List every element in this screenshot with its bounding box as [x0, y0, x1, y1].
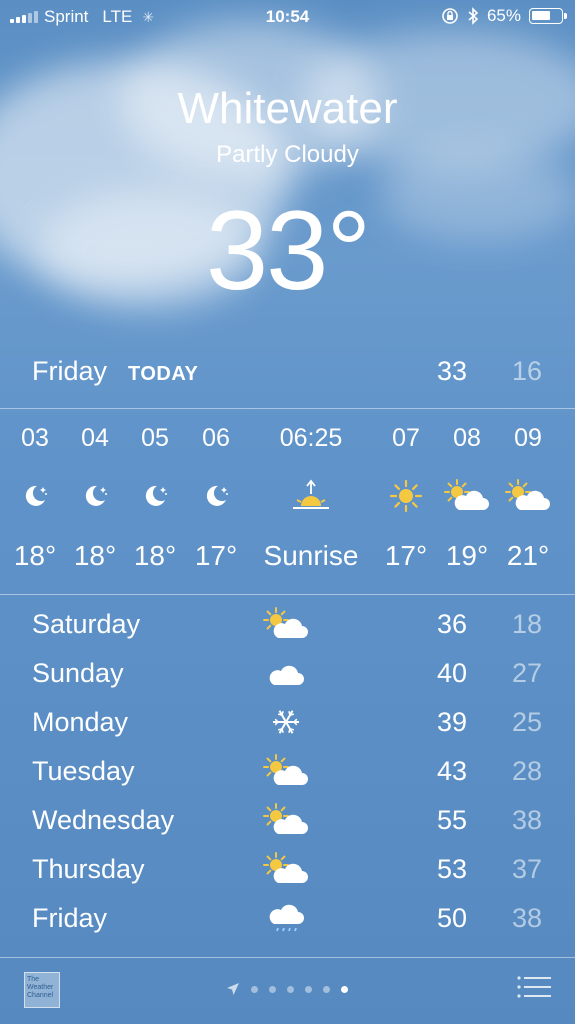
- city-name: Whitewater: [177, 84, 398, 133]
- snowflake-icon: [262, 704, 310, 740]
- hourly-time: 06: [202, 424, 230, 452]
- bottom-toolbar: The Weather Channel: [0, 958, 575, 1024]
- daily-high: 36: [436, 609, 467, 639]
- cloud-icon: [262, 655, 310, 691]
- page-dot[interactable]: [251, 985, 258, 993]
- partly-cloudy-icon: [262, 753, 310, 789]
- hourly-temperature: 21°: [506, 540, 550, 571]
- page-dot[interactable]: [305, 985, 312, 993]
- daily-row: Thursday 53 37: [0, 846, 575, 895]
- hourly-forecast[interactable]: 03 18° 04 18° 05 18° 06 17° 06:25 Sunrise 07 17° 08 1…: [0, 410, 575, 594]
- daily-low: 38: [511, 805, 542, 835]
- page-indicator[interactable]: [226, 982, 348, 996]
- city-list-icon[interactable]: [517, 976, 551, 998]
- page-dot[interactable]: [269, 985, 276, 993]
- daily-row: Saturday 36 18: [0, 601, 575, 650]
- daily-high: 39: [436, 707, 467, 737]
- daily-day: Friday: [32, 903, 108, 933]
- daily-row: Friday 50 38: [0, 895, 575, 944]
- battery-icon: [529, 8, 567, 24]
- orientation-lock-icon: [442, 8, 458, 24]
- daily-high: 43: [436, 756, 467, 786]
- daily-row: Sunday 40 27: [0, 650, 575, 699]
- status-bar: Sprint LTE ✳ 10:54 65%: [0, 0, 575, 34]
- hourly-temperature: 17°: [194, 540, 238, 571]
- daily-high: 55: [436, 805, 467, 835]
- moon-stars-icon: [176, 478, 256, 514]
- daily-low: 18: [511, 609, 542, 639]
- location-arrow-icon: [227, 983, 239, 995]
- daily-row: Wednesday 55 38: [0, 797, 575, 846]
- today-low: 16: [511, 356, 542, 386]
- partly-cloudy-icon: [488, 478, 568, 514]
- daily-low: 37: [511, 854, 542, 884]
- today-tag: TODAY: [128, 363, 199, 385]
- partly-cloudy-icon: [262, 851, 310, 887]
- partly-cloudy-icon: [262, 802, 310, 838]
- daily-high: 40: [436, 658, 467, 688]
- daily-low: 38: [511, 903, 542, 933]
- battery-percentage: 65%: [486, 6, 521, 25]
- daily-low: 27: [511, 658, 542, 688]
- bluetooth-icon: [468, 7, 479, 25]
- partly-cloudy-icon: [262, 606, 310, 642]
- current-temperature: 33°: [205, 188, 371, 313]
- daily-day: Thursday: [32, 854, 145, 884]
- daily-row: Monday 39 25: [0, 699, 575, 748]
- daily-high: 50: [436, 903, 467, 933]
- daily-day: Monday: [32, 707, 129, 737]
- daily-row: Tuesday 43 28: [0, 748, 575, 797]
- divider: [0, 594, 575, 595]
- current-condition: Partly Cloudy: [216, 141, 359, 168]
- divider: [0, 408, 575, 409]
- daily-day: Tuesday: [32, 756, 135, 786]
- daily-low: 25: [511, 707, 542, 737]
- daily-high: 53: [436, 854, 467, 884]
- page-dot[interactable]: [287, 985, 294, 993]
- page-dot[interactable]: [341, 985, 348, 993]
- weather-channel-logo[interactable]: The Weather Channel: [24, 972, 60, 1008]
- hourly-temperature: Sunrise: [263, 540, 359, 571]
- daily-day: Sunday: [32, 658, 124, 688]
- today-high: 33: [436, 356, 467, 386]
- today-summary-row: Friday TODAY 33 16: [0, 350, 575, 408]
- today-day: Friday: [32, 356, 108, 386]
- hourly-time: 06:25: [279, 424, 343, 452]
- daily-day: Wednesday: [32, 805, 175, 835]
- page-dot[interactable]: [323, 985, 330, 993]
- hourly-time: 09: [514, 424, 542, 452]
- sunrise-icon: [251, 478, 371, 514]
- daily-low: 28: [511, 756, 542, 786]
- daily-day: Saturday: [32, 609, 141, 639]
- rain-cloud-icon: [262, 900, 310, 936]
